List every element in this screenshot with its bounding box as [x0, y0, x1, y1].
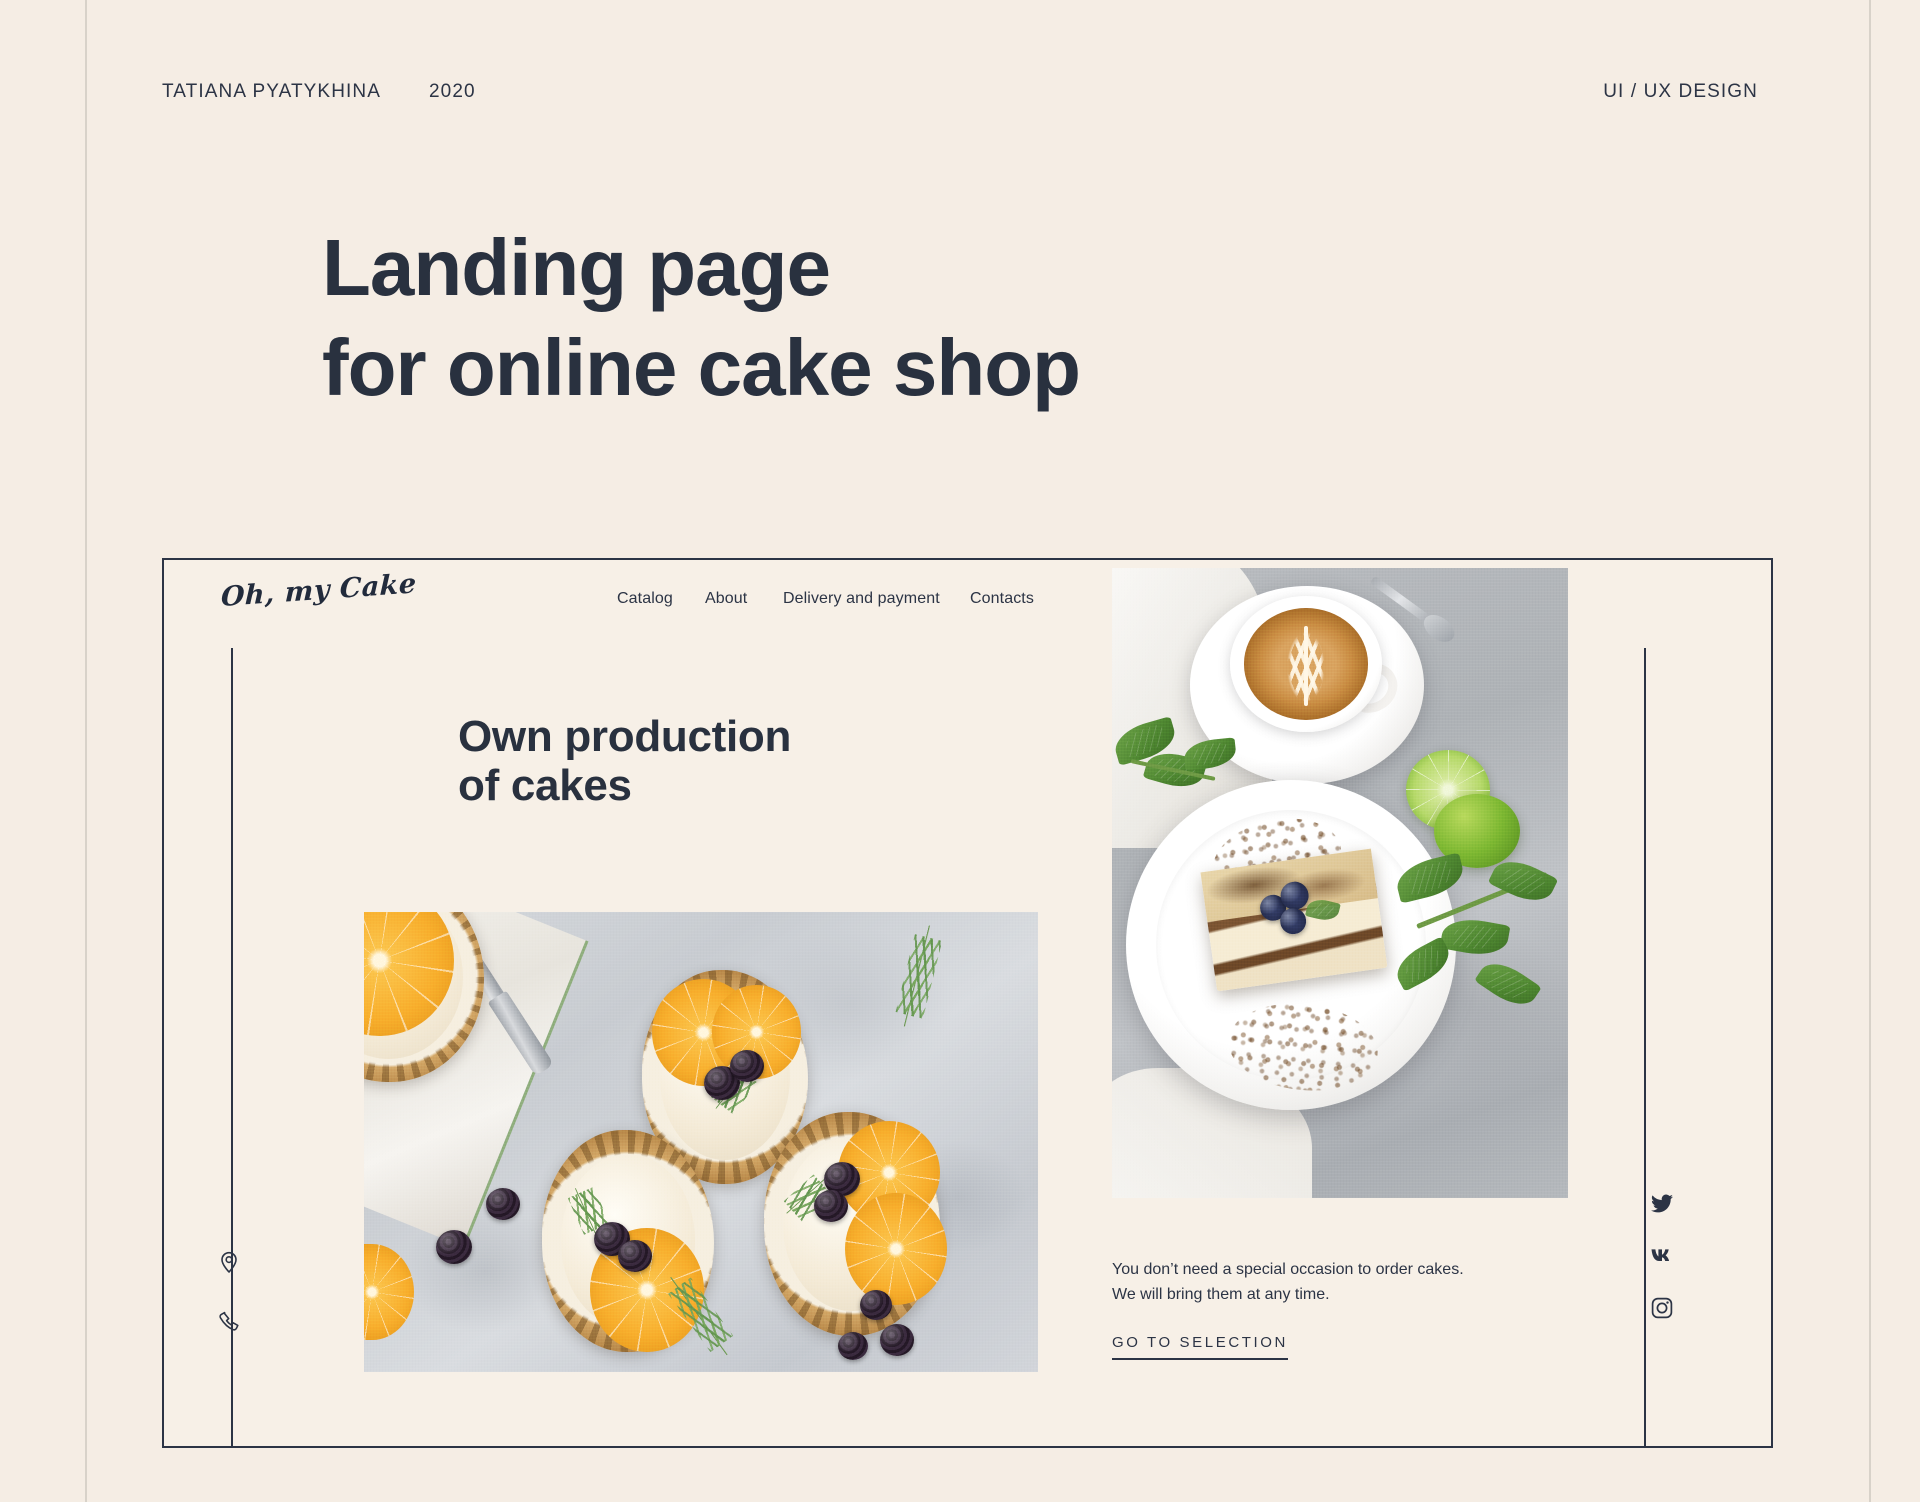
page-title: Landing page for online cake shop [322, 223, 1081, 412]
page-rule-right [1869, 0, 1871, 1502]
promo-copy-line-1: You don’t need a special occasion to ord… [1112, 1261, 1464, 1278]
promo-copy: You don’t need a special occasion to ord… [1112, 1258, 1464, 1308]
meta-left-group: TATIANA PYATYKHINA 2020 [162, 81, 476, 103]
product-headline-line-2: of cakes [458, 761, 632, 811]
photo-tarts [364, 912, 1038, 1372]
photo-coffee-dessert [1112, 568, 1568, 1198]
landing-page-mockup: Oh, my Cake Catalog About Delivery and p… [162, 558, 1773, 1448]
product-headline: Own production of cakes [458, 712, 791, 811]
social-icons [1650, 1192, 1676, 1322]
location-pin-icon[interactable] [217, 1250, 243, 1276]
page-rule-left [85, 0, 87, 1502]
mockup-right-rule [1644, 648, 1646, 1446]
main-nav: Catalog About Delivery and payment Conta… [617, 590, 1034, 608]
go-to-selection-button[interactable]: GO TO SELECTION [1112, 1334, 1288, 1360]
meta-bar: TATIANA PYATYKHINA 2020 UI / UX DESIGN [162, 80, 1758, 104]
promo-copy-line-2: We will bring them at any time. [1112, 1285, 1330, 1303]
page-title-line-1: Landing page [322, 223, 831, 312]
instagram-icon[interactable] [1650, 1296, 1676, 1322]
vk-icon[interactable] [1650, 1244, 1676, 1270]
product-headline-line-1: Own production [458, 712, 792, 761]
tarts-photo-grain [364, 912, 1038, 1372]
phone-icon[interactable] [217, 1310, 243, 1336]
project-year: 2020 [429, 81, 476, 102]
nav-item-contacts[interactable]: Contacts [970, 590, 1034, 608]
project-category: UI / UX DESIGN [1603, 81, 1758, 102]
coffee-photo-grain [1112, 568, 1568, 1198]
author-name: TATIANA PYATYKHINA [162, 81, 381, 102]
twitter-icon[interactable] [1650, 1192, 1676, 1218]
contact-icons [217, 1250, 243, 1336]
brand-logo[interactable]: Oh, my Cake [220, 568, 417, 613]
page-title-line-2: for online cake shop [322, 323, 1081, 412]
nav-item-about[interactable]: About [705, 590, 783, 608]
nav-item-delivery[interactable]: Delivery and payment [783, 590, 970, 608]
nav-item-catalog[interactable]: Catalog [617, 590, 705, 608]
